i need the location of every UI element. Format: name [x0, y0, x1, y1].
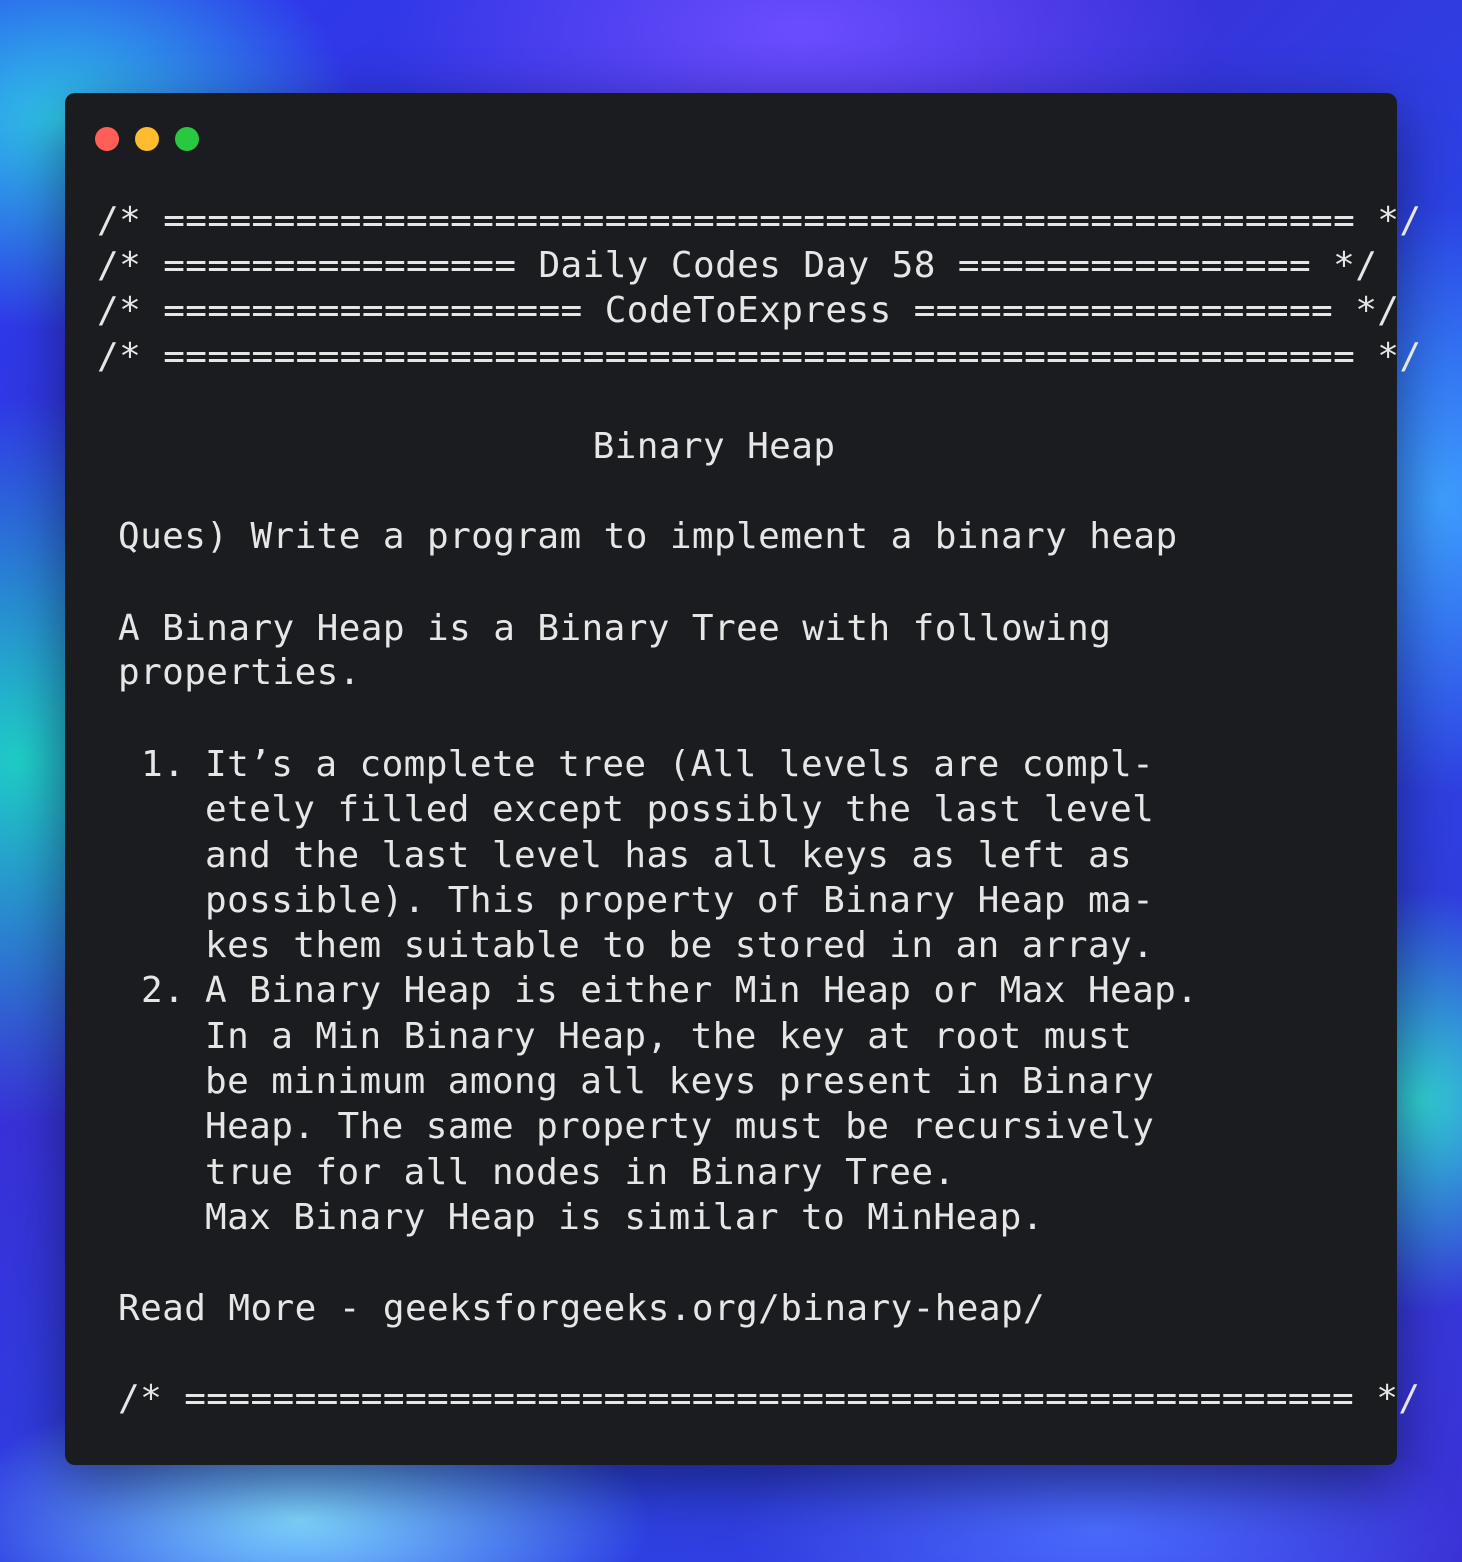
list-item-number: 1. — [141, 744, 186, 785]
list-item-line: and the last level has all keys as left … — [205, 835, 1133, 876]
close-button[interactable] — [95, 127, 119, 151]
read-more-link[interactable]: Read More - geeksforgeeks.org/binary-hea… — [118, 1287, 1045, 1331]
page-title: Binary Heap — [592, 426, 836, 467]
window-controls — [95, 127, 199, 151]
list-item-line: Max Binary Heap is similar to MinHeap. — [205, 1197, 1044, 1238]
footer-banner: /* =====================================… — [118, 1378, 1421, 1419]
banner-line-4: /* =====================================… — [97, 336, 1422, 377]
list-item-line: etely filled except possibly the last le… — [205, 789, 1155, 830]
banner-line-3: /* =================== CodeToExpress ===… — [97, 290, 1400, 331]
minimize-button[interactable] — [135, 127, 159, 151]
list-item-line: In a Min Binary Heap, the key at root mu… — [205, 1016, 1133, 1057]
intro-line-2: properties. — [118, 652, 361, 693]
intro-line-1: A Binary Heap is a Binary Tree with foll… — [118, 608, 1112, 649]
list-item-line: possible). This property of Binary Heap … — [205, 880, 1155, 921]
banner-line-1: /* =====================================… — [97, 200, 1422, 241]
code-window: /* =====================================… — [65, 93, 1421, 1465]
list-item-line: A Binary Heap is either Min Heap or Max … — [205, 970, 1199, 1011]
question-text: Ques) Write a program to implement a bin… — [118, 516, 1178, 557]
banner-line-2: /* ================ Daily Codes Day 58 =… — [97, 245, 1378, 286]
list-item-line: Heap. The same property must be recursiv… — [205, 1106, 1155, 1147]
list-item-line: true for all nodes in Binary Tree. — [205, 1152, 956, 1193]
list-item-number: 2. — [141, 970, 186, 1011]
list-item-line: It’s a complete tree (All levels are com… — [205, 744, 1155, 785]
list-item-line: kes them suitable to be stored in an arr… — [205, 925, 1155, 966]
maximize-button[interactable] — [175, 127, 199, 151]
list-item-line: be minimum among all keys present in Bin… — [205, 1061, 1155, 1102]
